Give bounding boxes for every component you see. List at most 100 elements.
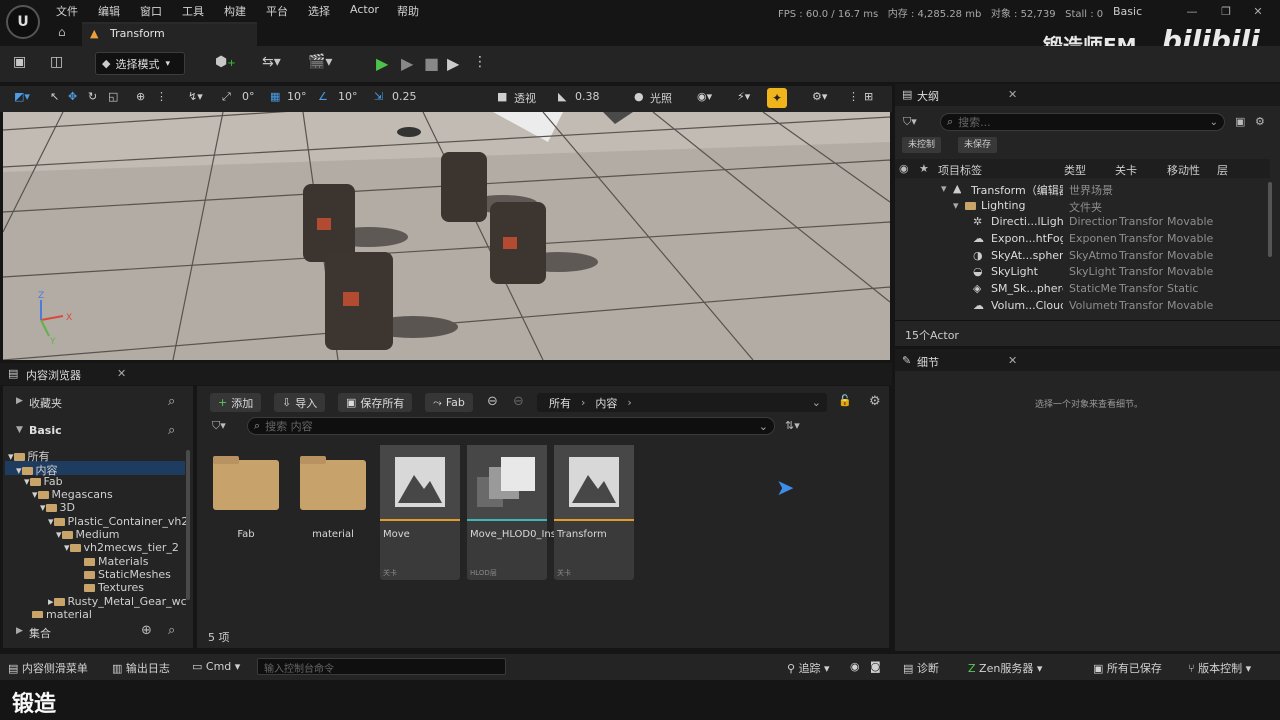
outliner-row[interactable]: ▾ ▲ Transform（编辑器 世界场景 xyxy=(895,181,1265,197)
settings-icon[interactable]: ⚙ xyxy=(869,394,881,409)
cinematics-icon[interactable]: 🎬▾ xyxy=(308,54,332,70)
more-icon[interactable]: ⋮ xyxy=(156,90,167,103)
col-type[interactable]: 类型 xyxy=(1064,162,1086,178)
show-flags-icon[interactable]: ◉▾ xyxy=(697,90,712,103)
blueprint-icon[interactable]: ⇆▾ xyxy=(262,54,281,70)
asset-folder-material[interactable]: material xyxy=(295,445,375,580)
outliner-row[interactable]: ☁ Expon...htFog Exponent Transforr Movab… xyxy=(895,231,1265,247)
console-input[interactable]: 输入控制台命令 xyxy=(257,658,506,675)
add-actor-icon[interactable]: ⬢+ xyxy=(215,54,236,70)
layout-grid-icon[interactable]: ⊞ xyxy=(864,90,873,103)
viewport-settings-icon[interactable]: ⚙▾ xyxy=(812,90,827,103)
menu-window[interactable]: 窗口 xyxy=(140,3,162,19)
close-window-icon[interactable]: ✕ xyxy=(1248,3,1268,19)
perf-scalability-icon[interactable]: ⚡▾ xyxy=(737,90,750,103)
outliner-row[interactable]: ◈ SM_Sk...phere StaticMe Transforr Stati… xyxy=(895,281,1265,297)
grid-snap-value[interactable]: 10° xyxy=(287,90,307,103)
zen-server-dropdown[interactable]: Z Zen服务器 ▾ xyxy=(968,660,1042,676)
tree-item-medium[interactable]: ▾ Medium xyxy=(56,528,120,541)
details-title[interactable]: 细节 xyxy=(917,354,939,370)
level-viewport[interactable]: Z X Y xyxy=(3,112,890,360)
close-icon[interactable]: ✕ xyxy=(117,367,126,380)
step-icon[interactable]: ▶ xyxy=(401,54,413,73)
asset-hlod-layer[interactable]: Move_HLOD0_Instancing HLOD层 xyxy=(467,445,593,580)
import-button[interactable]: ⇩ 导入 xyxy=(274,393,326,412)
menu-file[interactable]: 文件 xyxy=(56,3,78,19)
search-icon[interactable]: ⌕ xyxy=(168,623,175,638)
layout-label[interactable]: Basic xyxy=(1113,5,1142,18)
col-level[interactable]: 关卡 xyxy=(1115,162,1137,178)
new-folder-icon[interactable]: ▣ xyxy=(1235,115,1245,128)
view-mode-perspective[interactable]: 透视 xyxy=(514,90,536,106)
tree-item-3d[interactable]: ▾ 3D xyxy=(40,501,75,514)
forward-icon[interactable]: ⊖ xyxy=(513,394,524,409)
favorites-section[interactable]: 收藏夹 xyxy=(29,395,62,411)
more-options-icon[interactable]: ⋮ xyxy=(473,54,487,70)
menu-select[interactable]: 选择 xyxy=(308,3,330,19)
sort-icon[interactable]: ⇅▾ xyxy=(785,419,800,432)
expand-icon[interactable]: ▾ xyxy=(941,182,947,195)
chevron-right-icon[interactable]: › xyxy=(627,396,631,409)
realtime-toggle-icon[interactable]: ✦ xyxy=(767,88,787,108)
menu-build[interactable]: 构建 xyxy=(224,3,246,19)
save-icon[interactable]: ▣ xyxy=(13,54,26,70)
scale-snap-value[interactable]: 0.25 xyxy=(392,90,417,103)
select-mode-dropdown[interactable]: ◆ 选择模式 ▾ xyxy=(95,52,185,75)
tree-item-textures[interactable]: Textures xyxy=(84,581,144,594)
world-space-icon[interactable]: ⊕ xyxy=(136,90,145,103)
tree-item-tier2[interactable]: ▾ vh2mecws_tier_2 xyxy=(64,541,179,554)
outliner-row[interactable]: ◑ SkyAt...sphere SkyAtmo Transforr Movab… xyxy=(895,248,1265,264)
menu-tools[interactable]: 工具 xyxy=(182,3,204,19)
menu-edit[interactable]: 编辑 xyxy=(98,3,120,19)
col-layer[interactable]: 层 xyxy=(1217,162,1228,178)
surface-snap-icon[interactable]: ↯▾ xyxy=(188,90,203,103)
tree-item-plastic-container[interactable]: ▾ Plastic_Container_vh2 xyxy=(48,515,188,528)
rot-snap-value[interactable]: 0° xyxy=(242,90,255,103)
outliner-search-input[interactable]: ⌕ 搜索... ⌄ xyxy=(940,113,1225,131)
scale-icon[interactable]: ◱ xyxy=(108,90,118,103)
chevron-down-icon[interactable]: ⌄ xyxy=(812,396,821,409)
expand-icon[interactable]: ▾ xyxy=(953,199,959,212)
content-search-input[interactable]: ⌕ 搜索 内容 ⌄ xyxy=(247,417,775,435)
close-icon[interactable]: ✕ xyxy=(1008,88,1017,101)
trace-dropdown[interactable]: ⚲ 追踪 ▾ xyxy=(787,660,830,676)
outliner-scrollbar[interactable] xyxy=(1268,182,1272,257)
grid-snap-icon[interactable]: ▦ xyxy=(270,90,280,103)
maximize-icon[interactable]: ❐ xyxy=(1216,3,1236,19)
back-icon[interactable]: ⊖ xyxy=(487,394,498,409)
breadcrumb-content[interactable]: 内容 xyxy=(595,395,617,411)
tree-item-rusty-metal[interactable]: ▸ Rusty_Metal_Gear_wc xyxy=(48,595,187,608)
breadcrumb-all[interactable]: 所有 xyxy=(549,395,571,411)
add-button[interactable]: + 添加 xyxy=(210,393,262,412)
tree-item-fab[interactable]: ▾ Fab xyxy=(24,475,63,488)
basic-section[interactable]: Basic xyxy=(29,424,62,437)
tree-item-materials[interactable]: Materials xyxy=(84,555,148,568)
play-icon[interactable]: ▶ xyxy=(376,54,388,73)
filter-icon[interactable]: ⛉▾ xyxy=(212,419,226,433)
collections-section[interactable]: 集合 xyxy=(29,625,51,641)
outliner-row[interactable]: ▾ Lighting 文件夹 xyxy=(895,198,1265,214)
diagnostics-button[interactable]: ▤ 诊断 xyxy=(903,660,939,676)
record-icon[interactable]: ◉ xyxy=(850,660,860,673)
camera-speed-value[interactable]: 0.38 xyxy=(575,90,600,103)
search-icon[interactable]: ⌕ xyxy=(168,394,175,409)
outliner-title[interactable]: 大纲 xyxy=(917,88,939,104)
star-icon[interactable]: ★ xyxy=(919,162,929,175)
output-log-button[interactable]: ▥ 输出日志 xyxy=(112,660,170,676)
lighting-mode[interactable]: 光照 xyxy=(650,90,672,106)
viewport-options-icon[interactable]: ◩▾ xyxy=(14,90,30,103)
content-browser-title[interactable]: 内容浏览器 xyxy=(26,367,81,383)
home-icon[interactable]: ⌂ xyxy=(58,25,66,39)
scale-snap-icon[interactable]: ⇲ xyxy=(374,90,383,103)
filter-pill-uncontrolled[interactable]: 未控制 xyxy=(902,137,942,153)
outliner-row[interactable]: ◒ SkyLight SkyLight Transforr Movable xyxy=(895,264,1265,280)
all-saved-status[interactable]: ▣ 所有已保存 xyxy=(1093,660,1162,676)
tree-item-material[interactable]: material xyxy=(32,608,92,618)
cmd-dropdown[interactable]: ▭ Cmd ▾ xyxy=(192,660,240,673)
rotate-icon[interactable]: ↻ xyxy=(88,90,97,103)
rot-snap-icon[interactable]: ⤢ xyxy=(222,90,231,104)
viewport-more-icon[interactable]: ⋮ xyxy=(848,90,859,103)
select-tool-icon[interactable]: ↖ xyxy=(50,90,59,103)
fab-button[interactable]: ⤳ Fab xyxy=(425,393,473,412)
browse-icon[interactable]: ◫ xyxy=(50,54,63,70)
